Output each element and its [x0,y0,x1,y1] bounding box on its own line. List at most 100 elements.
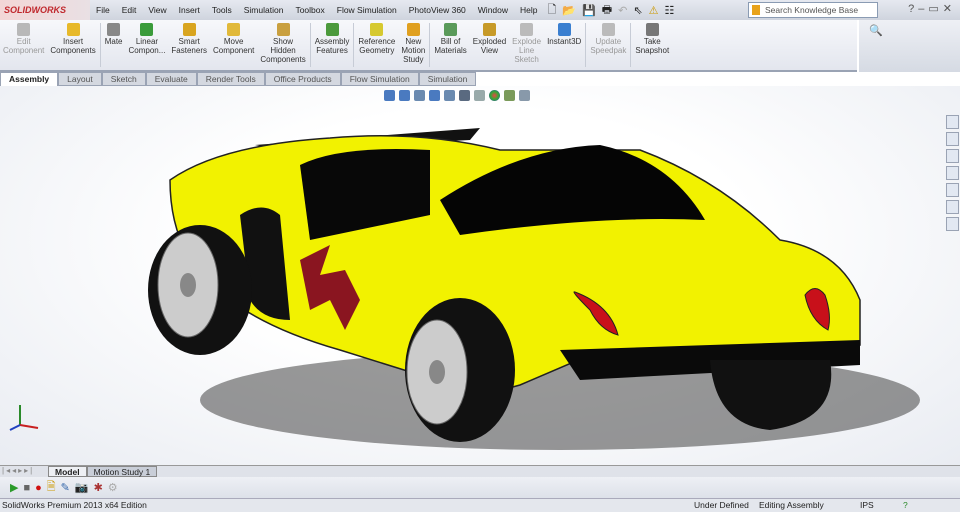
motion-toolbar: ▶ ■ ● 🗎 ✎ 📷 ✱ ⚙ [0,477,960,498]
open-file-icon[interactable]: 📂 [562,4,576,17]
new-file-icon[interactable]: 🗋 [548,1,557,20]
menu-simulation[interactable]: Simulation [238,5,290,15]
tab-simulation[interactable]: Simulation [418,72,477,86]
hide-show-icon[interactable] [474,90,485,101]
show-hidden-components-button[interactable]: Show Hidden Components [257,20,308,70]
command-label: Assembly Features [314,37,350,55]
tab-motion-study-1[interactable]: Motion Study 1 [86,466,158,477]
edit-component-button[interactable]: Edit Component [0,20,47,70]
tab-model[interactable]: Model [48,466,87,477]
zoom-search-icon[interactable]: 🔍 [869,24,883,37]
undo-icon[interactable]: ↶ [618,4,627,17]
tab-render-tools[interactable]: Render Tools [196,72,265,86]
settings-icon[interactable]: ⚙ [108,481,118,494]
tab-layout[interactable]: Layout [58,72,102,86]
command-label: Explode Line Sketch [512,37,542,64]
car-model [9,128,920,450]
exploded-view-button[interactable]: Exploded View [470,20,509,70]
menu-toolbox[interactable]: Toolbox [289,5,330,15]
menu-window[interactable]: Window [472,5,514,15]
move-component-button[interactable]: Move Component [210,20,257,70]
update-speedpak-button[interactable]: Update Speedpak [587,20,629,70]
exploded-icon [482,23,496,36]
smart-fasteners-button[interactable]: Smart Fasteners [168,20,210,70]
triad-icon [9,405,39,431]
graphics-area[interactable] [0,86,960,465]
separator [630,23,632,67]
linear-compon-button[interactable]: Linear Compon... [126,20,169,70]
mate-button[interactable]: Mate [102,20,126,70]
tab-sketch[interactable]: Sketch [101,72,146,86]
menu-file[interactable]: File [90,5,116,15]
new-motion-study-button[interactable]: New Motion Study [398,20,428,70]
bill-of-materials-button[interactable]: Bill of Materials [431,20,469,70]
resources-icon[interactable] [946,115,959,129]
stop-icon[interactable]: ■ [23,482,30,494]
menu-edit[interactable]: Edit [116,5,143,15]
command-manager-extra: 🔍 [859,20,960,72]
front-wheel [148,225,252,355]
options-icon[interactable]: ☷ [664,4,674,17]
rebuild-icon[interactable]: ⚠ [649,4,659,17]
new-study-icon[interactable]: 🗎 [47,478,56,497]
file-explorer-icon[interactable] [946,166,959,180]
tab-assembly[interactable]: Assembly [0,72,59,86]
tab-office-products[interactable]: Office Products [264,72,341,86]
menu-insert[interactable]: Insert [173,5,206,15]
command-label: Show Hidden Components [260,37,306,64]
edit-icon[interactable]: ✎ [61,481,70,494]
take-snapshot-button[interactable]: Take Snapshot [632,20,672,70]
record-icon[interactable]: ● [35,482,42,494]
view-palette-icon[interactable] [946,183,959,197]
menu-flow-simulation[interactable]: Flow Simulation [331,5,403,15]
save-icon[interactable]: 💾 [582,4,596,17]
tab-scroll-arrows[interactable]: |◂◂▸▸| [0,466,48,477]
zoom-area-icon[interactable] [399,90,410,101]
previous-view-icon[interactable] [414,90,425,101]
tab-flow-simulation[interactable]: Flow Simulation [340,72,419,86]
command-label: Take Snapshot [635,37,670,55]
command-label: Linear Compon... [128,37,166,55]
search-input[interactable]: Search Knowledge Base [748,2,878,18]
edit-icon [17,23,31,36]
camera-icon[interactable]: 📷 [75,481,89,494]
print-icon[interactable]: 🖶 [602,1,612,20]
solidworks-logo[interactable]: SOLIDWORKS [0,0,90,20]
insert-components-button[interactable]: Insert Components [47,20,98,70]
menu-photoview-360[interactable]: PhotoView 360 [403,5,472,15]
display-style-icon[interactable] [459,90,470,101]
instant3d-button[interactable]: Instant3D [544,20,584,70]
reference-geometry-button[interactable]: Reference Geometry [355,20,398,70]
custom-properties-icon[interactable] [946,217,959,231]
help-icon[interactable]: ? [903,499,908,512]
design-library-icon[interactable] [946,149,959,163]
menu-help[interactable]: Help [514,5,543,15]
zoom-to-fit-icon[interactable] [384,90,395,101]
assembly-features-button[interactable]: Assembly Features [312,20,353,70]
command-label: Edit Component [3,37,45,55]
scene-icon[interactable] [504,90,515,101]
select-icon[interactable]: ⇖ [633,4,642,17]
view-orientation-icon[interactable] [444,90,455,101]
home-icon[interactable] [946,132,959,146]
render-icon[interactable]: ✱ [94,481,103,494]
instant3d-icon [557,23,571,36]
window-controls[interactable]: ?‒▭✕ [908,2,956,15]
command-label: Mate [104,37,123,46]
units-selector[interactable]: IPS [860,499,874,512]
appearances-icon[interactable] [946,200,959,214]
command-tabs: Assembly Layout Sketch Evaluate Render Tools… [0,72,477,86]
mate-icon [107,23,121,36]
take-icon [645,23,659,36]
view-settings-icon[interactable] [519,90,530,101]
menu-tools[interactable]: Tools [206,5,238,15]
appearance-icon[interactable] [489,90,500,101]
section-view-icon[interactable] [429,90,440,101]
play-icon[interactable]: ▶ [10,481,18,494]
explode-line-sketch-button[interactable]: Explode Line Sketch [509,20,544,70]
bottom-tabs: |◂◂▸▸| Model Motion Study 1 [0,465,960,477]
edition-label: SolidWorks Premium 2013 x64 Edition [2,500,147,510]
heads-up-view-toolbar [384,90,530,101]
tab-evaluate[interactable]: Evaluate [145,72,197,86]
menu-view[interactable]: View [142,5,172,15]
